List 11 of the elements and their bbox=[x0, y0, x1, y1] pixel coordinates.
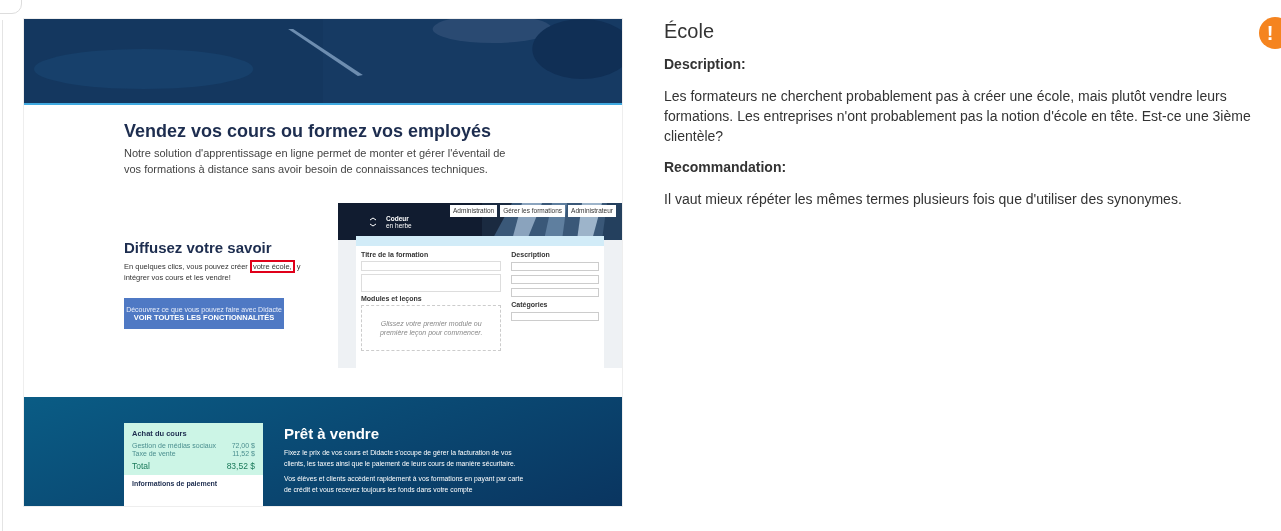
section-heading: Prêt à vendre bbox=[284, 425, 381, 442]
total-label: Total bbox=[132, 461, 150, 471]
total-amount: 83,52 $ bbox=[226, 461, 255, 471]
annotation-text: Il vaut mieux répéter les mêmes termes plusieurs fois que d'utiliser des synonymes. bbox=[664, 190, 1183, 209]
annotation-text: Les formateurs ne cherchent probablement pas à créer une école, mais plutôt vendre leurs formations. Les entreprises n'ont probablement pas la notion d'école en tête. Est-ce une 3ième clientèle? bbox=[664, 87, 1252, 146]
annotation-heading: Description: bbox=[664, 56, 747, 72]
section-heading: Diffusez votre savoir bbox=[124, 239, 273, 256]
annotation-heading: Recommandation: bbox=[664, 159, 788, 175]
page-heading: Vendez vos cours ou formez vos employés bbox=[124, 121, 493, 142]
intro-text: Notre solution d'apprentissage en ligne permet de monter et gérer l'éventail de vos formations à distance sans avoir besoin de connaissances techniques. bbox=[124, 146, 507, 177]
annotation-title: École bbox=[664, 20, 716, 43]
